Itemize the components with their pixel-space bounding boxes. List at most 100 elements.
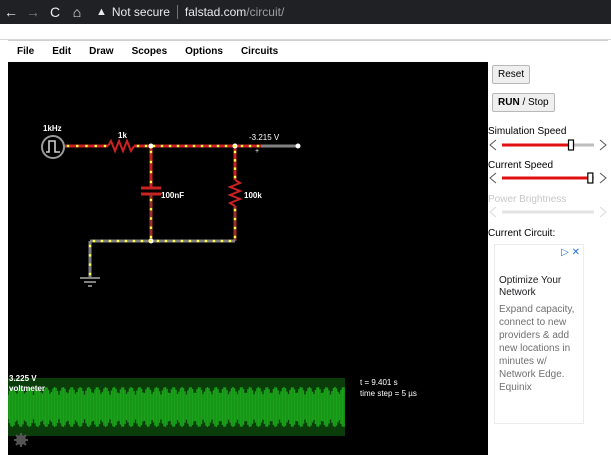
current-dot xyxy=(192,144,196,148)
resistor2-label: 100k xyxy=(244,191,262,200)
current-dot xyxy=(88,263,92,266)
current-dot xyxy=(220,239,224,243)
current-dot xyxy=(248,144,252,148)
menu-circuits[interactable]: Circuits xyxy=(232,46,287,57)
gear-icon[interactable] xyxy=(14,433,28,447)
current-dot xyxy=(140,239,144,243)
current-dot xyxy=(149,208,153,211)
current-dot xyxy=(228,239,232,243)
current-dots xyxy=(66,144,260,276)
ad-choices-close-icon[interactable]: ▷ ✕ xyxy=(561,247,580,258)
current-dot xyxy=(233,208,237,212)
power-brightness-label: Power Brightness xyxy=(488,194,567,205)
top-wire[interactable] xyxy=(65,138,301,154)
warning-icon[interactable]: ▲ xyxy=(96,6,107,18)
run-label: RUN xyxy=(498,97,520,108)
current-dot xyxy=(108,239,112,243)
current-dot xyxy=(149,235,153,239)
current-dot xyxy=(233,175,237,179)
ad-title[interactable]: Optimize Your Network xyxy=(499,275,583,299)
app-menu-bar: File Edit Draw Scopes Options Circuits xyxy=(8,40,608,62)
current-dot xyxy=(132,239,136,243)
home-icon[interactable]: ⌂ xyxy=(66,4,88,20)
current-dot xyxy=(212,239,216,243)
junction-dot xyxy=(148,143,154,149)
menu-scopes[interactable]: Scopes xyxy=(123,46,177,57)
reset-button[interactable]: Reset xyxy=(492,65,531,84)
current-dot xyxy=(184,144,188,148)
current-dot xyxy=(224,144,228,148)
bottom-wire[interactable] xyxy=(88,239,235,278)
current-dot xyxy=(149,150,153,154)
current-dot xyxy=(233,235,237,239)
current-dot xyxy=(88,272,92,276)
current-dot xyxy=(88,254,92,257)
stop-label: / Stop xyxy=(519,97,549,108)
current-dot xyxy=(233,217,237,221)
current-dot xyxy=(196,239,200,243)
current-dot xyxy=(136,144,140,148)
current-dot xyxy=(103,144,107,148)
current-dot xyxy=(233,159,237,162)
ad-body[interactable]: Expand capacity, connect to new provider… xyxy=(499,303,583,394)
current-dot xyxy=(144,144,148,148)
current-dot xyxy=(152,144,156,148)
square-wave-source[interactable] xyxy=(41,135,65,159)
current-dot xyxy=(149,217,153,220)
current-dot xyxy=(88,244,92,248)
current-dot xyxy=(208,144,212,148)
current-dot xyxy=(233,226,237,230)
current-dot xyxy=(148,239,152,243)
current-dot xyxy=(149,226,153,229)
circuit-drawing[interactable]: 1kHz 1k -3.215 V + 100nF 100k 3.225 V vo… xyxy=(8,62,488,455)
current-dot xyxy=(233,150,237,154)
scope-waveform[interactable] xyxy=(8,378,345,436)
current-dot xyxy=(200,144,204,148)
browser-toolbar: ← → C ⌂ ▲ Not secure falstad.com/circuit… xyxy=(0,0,611,24)
current-dot xyxy=(85,144,88,148)
resistor1-label: 1k xyxy=(118,131,127,140)
not-secure-label[interactable]: Not secure xyxy=(112,5,170,19)
menu-edit[interactable]: Edit xyxy=(43,46,80,57)
control-panel: Reset RUN / Stop Simulation Speed Curren… xyxy=(488,62,611,455)
run-stop-button[interactable]: RUN / Stop xyxy=(492,93,555,112)
circuit-canvas[interactable]: 1kHz 1k -3.215 V + 100nF 100k 3.225 V vo… xyxy=(8,62,488,455)
current-speed-slider[interactable] xyxy=(488,171,611,185)
sim-time-label: t = 9.401 s xyxy=(360,378,398,387)
current-dot xyxy=(168,144,172,148)
sim-speed-slider[interactable] xyxy=(488,138,611,152)
address-bar[interactable]: ▲ Not secure falstad.com/circuit/ xyxy=(96,2,284,22)
current-dot xyxy=(94,144,97,148)
output-plus-label: + xyxy=(255,148,259,155)
current-speed-label: Current Speed xyxy=(488,160,554,171)
forward-arrow-icon[interactable]: → xyxy=(22,4,44,20)
current-dot xyxy=(92,239,96,243)
address-divider xyxy=(176,5,178,19)
power-brightness-slider xyxy=(489,206,607,218)
advertisement[interactable]: ▷ ✕ Optimize Your Network Expand capacit… xyxy=(494,244,584,424)
current-dot xyxy=(100,239,104,243)
current-dot xyxy=(124,239,128,243)
scope-voltage-label: 3.225 V xyxy=(9,374,37,383)
reload-icon[interactable]: C xyxy=(44,4,66,20)
current-dot xyxy=(240,144,244,148)
page-top-strip xyxy=(0,24,611,40)
current-dot xyxy=(156,239,160,243)
current-dot xyxy=(233,167,237,170)
menu-options[interactable]: Options xyxy=(176,46,232,57)
menu-draw[interactable]: Draw xyxy=(80,46,122,57)
ground-symbol[interactable] xyxy=(80,277,100,287)
current-dot xyxy=(256,144,260,148)
url-domain[interactable]: falstad.com xyxy=(185,5,246,19)
current-dot xyxy=(149,160,153,164)
url-path[interactable]: /circuit/ xyxy=(246,5,284,19)
menu-file[interactable]: File xyxy=(8,46,43,57)
scope-name-label: voltmeter xyxy=(9,384,45,393)
current-dot xyxy=(66,144,70,148)
back-arrow-icon[interactable]: ← xyxy=(0,4,22,20)
current-dot xyxy=(76,144,79,148)
current-dot xyxy=(188,239,192,243)
current-dot xyxy=(232,144,236,148)
sim-speed-label: Simulation Speed xyxy=(488,126,567,137)
current-dot xyxy=(216,144,220,148)
